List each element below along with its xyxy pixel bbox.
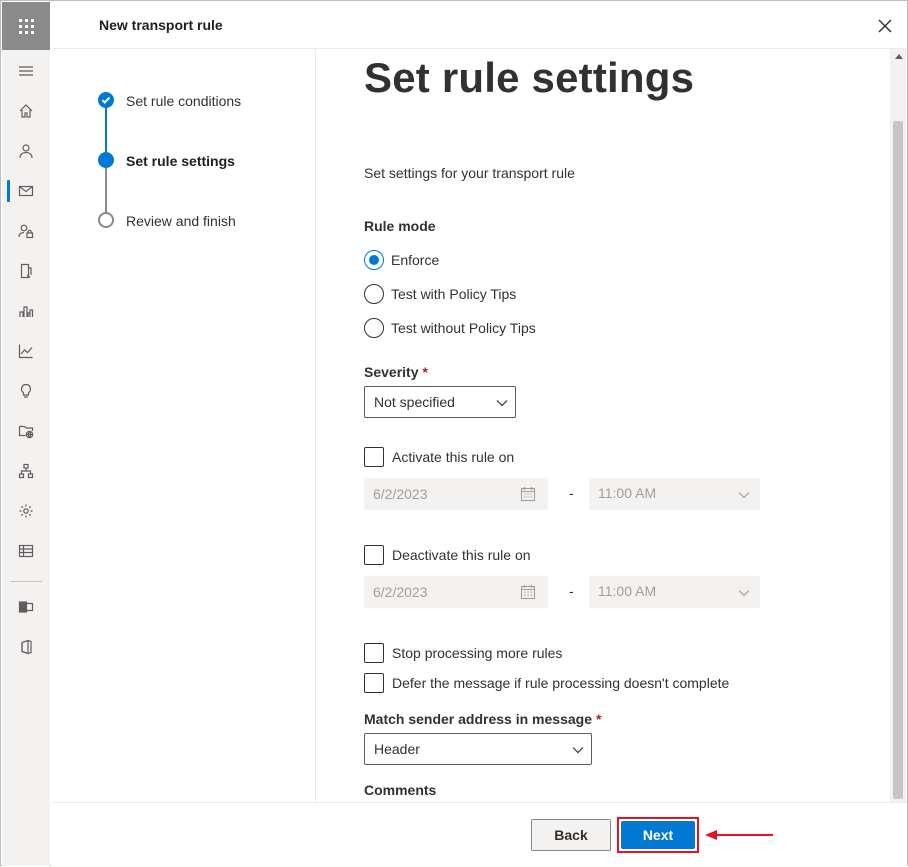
checkbox-box (364, 673, 384, 693)
checkbox-box (364, 447, 384, 467)
severity-label: Severity * (364, 364, 428, 380)
chevron-down-icon (571, 743, 585, 755)
back-button[interactable]: Back (531, 819, 611, 851)
office-icon[interactable] (2, 635, 50, 659)
vertical-scrollbar[interactable] (890, 49, 907, 802)
new-transport-rule-panel: New transport rule Set rule conditions S… (51, 2, 907, 867)
checkbox-box (364, 545, 384, 565)
org-chart-icon[interactable] (2, 459, 50, 483)
stop-processing-label: Stop processing more rules (392, 645, 563, 661)
match-sender-dropdown[interactable]: Header (364, 733, 592, 765)
step-connector-completed (105, 108, 107, 152)
scrollbar-thumb[interactable] (893, 121, 903, 799)
page-title: Set rule settings (364, 54, 695, 101)
radio-test-without-policy-tips[interactable]: Test without Policy Tips (364, 318, 536, 338)
step-current-icon (98, 152, 114, 168)
radio-test-with-policy-tips[interactable]: Test with Policy Tips (364, 284, 516, 304)
next-button[interactable]: Next (621, 821, 695, 849)
radio-enforce-label: Enforce (391, 252, 440, 268)
wizard-steps: Set rule conditions Set rule settings Re… (51, 49, 316, 802)
required-asterisk: * (422, 364, 428, 380)
close-button[interactable] (873, 14, 897, 38)
hamburger-menu-icon[interactable] (2, 59, 50, 83)
activate-date-value: 6/2/2023 (373, 486, 428, 502)
line-chart-icon[interactable] (2, 339, 50, 363)
radio-checked-indicator (364, 250, 384, 270)
radio-test-without-policy-tips-label: Test without Policy Tips (391, 320, 536, 336)
table-grid-icon[interactable] (2, 539, 50, 563)
deactivate-rule-label: Deactivate this rule on (392, 547, 531, 563)
person-icon[interactable] (2, 139, 50, 163)
date-time-separator: - (569, 583, 574, 599)
step-set-rule-conditions[interactable]: Set rule conditions (126, 93, 241, 109)
radio-test-with-policy-tips-label: Test with Policy Tips (391, 286, 517, 302)
mobile-device-icon[interactable] (2, 259, 50, 283)
rule-mode-label: Rule mode (364, 218, 436, 234)
activate-rule-checkbox[interactable]: Activate this rule on (364, 447, 514, 467)
date-time-separator: - (569, 485, 574, 501)
checkbox-box (364, 643, 384, 663)
chevron-down-icon (495, 396, 509, 408)
waffle-icon (18, 18, 34, 34)
exchange-icon[interactable] (2, 595, 50, 619)
radio-unchecked-indicator (364, 318, 384, 338)
panel-footer: Back Next (51, 802, 907, 867)
home-icon[interactable] (2, 99, 50, 123)
activate-rule-label: Activate this rule on (392, 449, 515, 465)
app-frame: New transport rule Set rule conditions S… (0, 0, 908, 867)
stop-processing-checkbox[interactable]: Stop processing more rules (364, 643, 562, 663)
close-icon (878, 19, 892, 33)
defer-message-checkbox[interactable]: Defer the message if rule processing doe… (364, 673, 729, 693)
calendar-icon (520, 486, 536, 502)
match-sender-label-text: Match sender address in message (364, 711, 592, 727)
match-sender-value: Header (374, 741, 420, 757)
activate-time-dropdown: 11:00 AM (589, 478, 760, 510)
step-review-and-finish[interactable]: Review and finish (126, 213, 236, 229)
required-asterisk: * (596, 711, 602, 727)
form-description: Set settings for your transport rule (364, 165, 575, 181)
public-folder-icon[interactable] (2, 419, 50, 443)
deactivate-date-value: 6/2/2023 (373, 584, 428, 600)
activate-time-value: 11:00 AM (598, 485, 657, 501)
severity-dropdown[interactable]: Not specified (364, 386, 516, 418)
calendar-icon (520, 584, 536, 600)
app-launcher-button[interactable] (2, 2, 50, 50)
step-connector-pending (105, 168, 107, 212)
rule-settings-form: Set rule settings Set settings for your … (316, 49, 890, 802)
step-completed-icon (98, 92, 114, 108)
reports-icon[interactable] (2, 299, 50, 323)
radio-unchecked-indicator (364, 284, 384, 304)
deactivate-date-picker: 6/2/2023 (364, 576, 548, 608)
checkmark-icon (101, 96, 111, 104)
chevron-down-icon (737, 488, 751, 500)
defer-message-label: Defer the message if rule processing doe… (392, 675, 730, 691)
radio-enforce[interactable]: Enforce (364, 250, 439, 270)
comments-label: Comments (364, 782, 437, 798)
severity-label-text: Severity (364, 364, 419, 380)
severity-value: Not specified (374, 394, 455, 410)
mail-icon[interactable] (2, 179, 50, 203)
left-nav-rail (2, 2, 50, 866)
person-lock-icon[interactable] (2, 219, 50, 243)
panel-title: New transport rule (99, 17, 223, 33)
activate-date-picker: 6/2/2023 (364, 478, 548, 510)
annotation-arrow-icon (705, 830, 773, 840)
deactivate-rule-checkbox[interactable]: Deactivate this rule on (364, 545, 531, 565)
match-sender-label: Match sender address in message * (364, 711, 601, 727)
scroll-up-arrow-icon[interactable] (895, 54, 903, 59)
chevron-down-icon (737, 586, 751, 598)
lightbulb-icon[interactable] (2, 379, 50, 403)
rail-divider (10, 581, 42, 582)
deactivate-time-value: 11:00 AM (598, 583, 657, 599)
settings-gear-icon[interactable] (2, 499, 50, 523)
step-pending-icon (98, 212, 114, 228)
deactivate-time-dropdown: 11:00 AM (589, 576, 760, 608)
step-set-rule-settings[interactable]: Set rule settings (126, 153, 235, 169)
